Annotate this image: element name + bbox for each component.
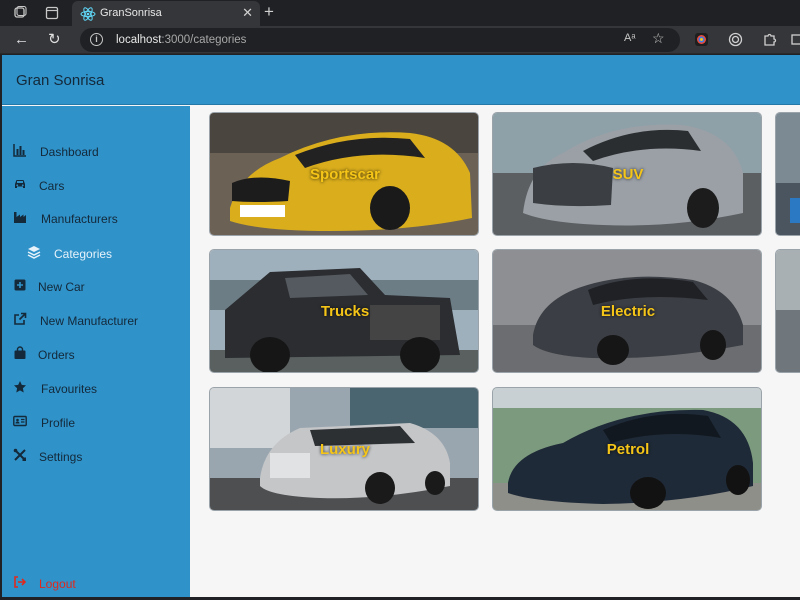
reload-icon[interactable]: ↻ [48,31,61,49]
categories-grid: Sportscar SUV Trucks Electric Luxury Pet… [190,106,800,597]
sidebar-item-label: Profile [41,416,76,430]
browser-tab-active[interactable]: GranSonrisa ✕ [72,1,260,26]
category-card-partial[interactable] [775,112,800,236]
category-label: Sportscar [309,166,381,183]
app-root: Gran Sonrisa Dashboard Cars Manufacturer… [2,55,800,597]
browser-toolbar: ← ↻ i localhost:3000/categories Aᵃ ☆ [0,26,800,54]
extension-target-icon[interactable] [728,32,743,47]
address-bar[interactable]: i localhost:3000/categories Aᵃ ☆ [80,28,680,52]
sidebar-item-label: New Manufacturer [40,314,139,328]
category-label: SUV [612,166,644,183]
category-label: Electric [600,303,656,320]
sidebar-item-dashboard[interactable]: Dashboard [2,136,190,166]
sidebar-item-manufacturers[interactable]: Manufacturers [2,203,190,233]
chart-bar-icon [13,144,26,157]
read-aloud-icon[interactable]: Aᵃ [624,32,635,44]
favorite-icon[interactable]: ☆ [652,30,665,47]
tools-icon [13,448,26,461]
tab-close-icon[interactable]: ✕ [242,5,253,21]
workspaces-icon[interactable] [12,5,28,21]
category-card-luxury[interactable]: Luxury [209,387,479,511]
category-card-trucks[interactable]: Trucks [209,249,479,373]
sidebar-item-label: Logout [39,577,76,591]
star-icon [14,381,26,393]
car-icon [15,180,25,188]
sidebar-item-label: Dashboard [40,145,99,159]
sidebar-item-label: Settings [39,450,83,464]
sidebar-item-label: New Car [38,280,85,294]
category-card-electric[interactable]: Electric [492,249,762,373]
sidebar-item-new-car[interactable]: New Car [2,271,190,301]
category-label: Luxury [319,441,370,458]
shopping-bag-icon [14,346,26,359]
category-image [776,250,800,372]
sidebar-item-settings[interactable]: Settings [2,441,190,471]
back-icon[interactable]: ← [14,31,29,49]
id-card-icon [13,415,27,427]
extension-color-icon[interactable] [694,32,709,47]
extension-partial-icon[interactable] [790,32,800,47]
category-label: Trucks [320,303,370,320]
category-card-partial[interactable] [775,249,800,373]
sidebar-item-label: Categories [54,247,113,261]
sidebar-item-favourites[interactable]: Favourites [2,373,190,403]
category-card-petrol[interactable]: Petrol [492,387,762,511]
external-link-icon [14,312,27,325]
category-card-sportscar[interactable]: Sportscar [209,112,479,236]
sidebar-item-label: Favourites [41,382,98,396]
plus-square-icon [14,279,26,291]
sign-out-icon [14,576,27,588]
sidebar-item-logout[interactable]: Logout [2,568,190,598]
tab-actions-icon[interactable] [44,5,60,21]
new-tab-button[interactable]: + [264,3,274,21]
sidebar-item-profile[interactable]: Profile [2,407,190,437]
layers-icon [27,246,41,259]
sidebar-item-label: Orders [38,348,75,362]
sidebar-item-cars[interactable]: Cars [2,170,190,200]
sidebar-item-orders[interactable]: Orders [2,339,190,369]
tab-title: GranSonrisa [100,7,162,19]
react-favicon-icon [80,7,96,21]
sidebar-item-label: Manufacturers [41,212,118,226]
site-info-icon[interactable]: i [90,33,103,46]
industry-icon [14,212,26,223]
sidebar: Dashboard Cars Manufacturers Categories [2,106,190,597]
category-card-suv[interactable]: SUV [492,112,762,236]
brand-title[interactable]: Gran Sonrisa [16,72,104,89]
sidebar-item-new-manufacturer[interactable]: New Manufacturer [2,305,190,335]
sidebar-item-categories[interactable]: Categories [2,238,190,268]
extensions-puzzle-icon[interactable] [762,32,777,47]
app-header: Gran Sonrisa [2,55,800,105]
category-image [776,113,800,235]
browser-tabstrip: GranSonrisa ✕ + [0,0,800,26]
url-text[interactable]: localhost:3000/categories [116,34,246,46]
category-label: Petrol [606,441,650,458]
sidebar-item-label: Cars [39,179,65,193]
